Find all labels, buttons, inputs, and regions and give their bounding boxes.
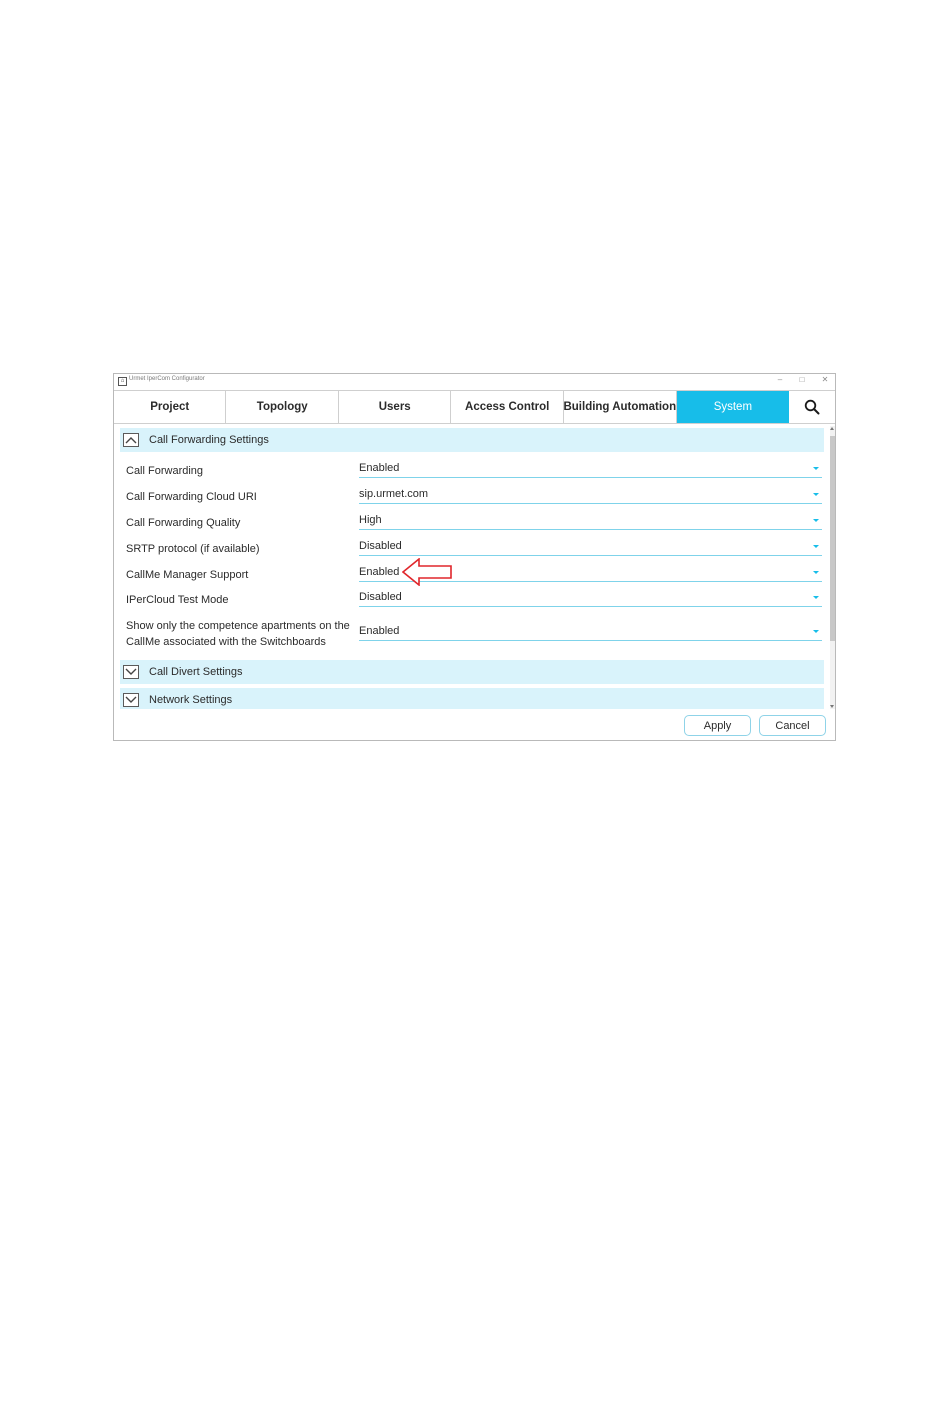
select-value: Enabled	[359, 625, 400, 637]
window-title: Urmet IperCom Configurator	[129, 376, 205, 382]
settings-panel: Call Forwarding Settings Call Forwarding…	[120, 426, 825, 709]
chevron-down-icon	[813, 545, 819, 548]
tab-project[interactable]: Project	[114, 391, 227, 423]
section-call-divert[interactable]: Call Divert Settings	[120, 660, 824, 684]
section-title: Network Settings	[149, 694, 233, 706]
section-network[interactable]: Network Settings	[120, 688, 824, 709]
select-value: Enabled	[359, 566, 400, 578]
tab-topology[interactable]: Topology	[226, 391, 339, 423]
app-icon: ⌂	[118, 377, 127, 386]
minimize-button[interactable]: –	[775, 375, 785, 384]
chevron-down-icon[interactable]	[123, 693, 139, 707]
chevron-down-icon	[813, 571, 819, 574]
scroll-thumb[interactable]	[830, 436, 835, 641]
field-label-cloud-uri: Call Forwarding Cloud URI	[126, 491, 257, 503]
field-label-call-forwarding: Call Forwarding	[126, 465, 204, 477]
apply-button[interactable]: Apply	[684, 715, 751, 736]
quality-select[interactable]: High	[359, 512, 822, 530]
chevron-down-icon	[813, 596, 819, 599]
configurator-window: ⌂ Urmet IperCom Configurator – □ ✕ Proje…	[113, 373, 836, 741]
tab-building-automation[interactable]: Building Automation	[563, 391, 677, 423]
select-value: sip.urmet.com	[359, 488, 429, 500]
field-label-competence-line2: CallMe associated with the Switchboards	[126, 636, 326, 648]
close-button[interactable]: ✕	[820, 375, 830, 384]
chevron-down-icon	[813, 519, 819, 522]
section-title: Call Divert Settings	[149, 666, 243, 678]
field-label-ipercloud-test: IPerCloud Test Mode	[126, 594, 229, 606]
title-bar: ⌂ Urmet IperCom Configurator – □ ✕	[114, 374, 835, 390]
search-icon	[804, 399, 820, 415]
call-forwarding-select[interactable]: Enabled	[359, 460, 822, 478]
maximize-button[interactable]: □	[797, 375, 807, 384]
select-value: Enabled	[359, 462, 400, 474]
tab-access-control[interactable]: Access Control	[451, 391, 564, 423]
tab-system[interactable]: System	[676, 391, 790, 423]
srtp-select[interactable]: Disabled	[359, 538, 822, 556]
field-label-srtp: SRTP protocol (if available)	[126, 543, 260, 555]
tab-users[interactable]: Users	[339, 391, 452, 423]
chevron-down-icon	[813, 493, 819, 496]
chevron-down-icon	[813, 467, 819, 470]
annotation-arrow-icon	[402, 558, 452, 586]
scroll-down-icon[interactable]	[830, 705, 834, 708]
chevron-up-icon[interactable]	[123, 433, 139, 447]
main-tabs: Project Topology Users Access Control Bu…	[114, 390, 835, 424]
field-label-quality: Call Forwarding Quality	[126, 517, 241, 529]
section-call-forwarding[interactable]: Call Forwarding Settings	[120, 428, 824, 452]
field-label-competence-line1: Show only the competence apartments on t…	[126, 620, 350, 632]
select-value: Disabled	[359, 591, 402, 603]
ipercloud-test-select[interactable]: Disabled	[359, 589, 822, 607]
chevron-down-icon[interactable]	[123, 665, 139, 679]
chevron-down-icon	[813, 630, 819, 633]
section-title: Call Forwarding Settings	[149, 434, 269, 446]
scroll-up-icon[interactable]	[830, 427, 834, 430]
select-value: Disabled	[359, 540, 402, 552]
select-value: High	[359, 514, 382, 526]
search-button[interactable]	[789, 391, 835, 423]
field-label-callme-manager: CallMe Manager Support	[126, 569, 249, 581]
cancel-button[interactable]: Cancel	[759, 715, 826, 736]
vertical-scrollbar[interactable]	[830, 426, 835, 709]
cloud-uri-select[interactable]: sip.urmet.com	[359, 486, 822, 504]
competence-apartments-select[interactable]: Enabled	[359, 623, 822, 641]
